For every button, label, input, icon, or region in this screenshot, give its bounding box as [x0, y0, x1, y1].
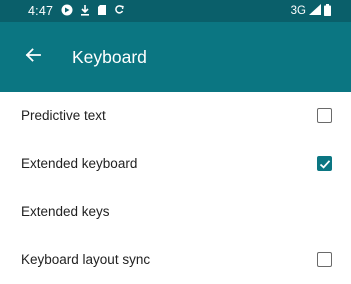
setting-extended-keyboard[interactable]: Extended keyboard: [0, 140, 351, 188]
extended-keyboard-checkbox[interactable]: [317, 156, 332, 171]
setting-label: Extended keyboard: [21, 156, 138, 171]
setting-extended-keys[interactable]: Extended keys: [0, 188, 351, 236]
network-type: 3G: [290, 5, 306, 17]
settings-list: Predictive text Extended keyboard Extend…: [0, 92, 351, 284]
app-bar: Keyboard: [0, 22, 351, 92]
setting-keyboard-layout-sync[interactable]: Keyboard layout sync: [0, 236, 351, 284]
notification-icon: [61, 4, 73, 19]
checkmark-icon: [319, 160, 331, 169]
sd-card-icon: [97, 4, 107, 19]
status-right: 3G: [291, 0, 331, 22]
setting-label: Predictive text: [21, 108, 106, 123]
battery-icon: [324, 3, 331, 19]
status-bar: 4:47 3G: [0, 0, 351, 22]
status-icons: [61, 4, 124, 19]
arrow-left-icon: [25, 47, 41, 68]
setting-predictive-text[interactable]: Predictive text: [0, 92, 351, 140]
download-icon: [80, 4, 90, 19]
signal-icon: [309, 4, 321, 18]
setting-label: Extended keys: [21, 204, 110, 219]
keyboard-layout-sync-checkbox[interactable]: [317, 252, 332, 267]
predictive-text-checkbox[interactable]: [317, 108, 332, 123]
back-button[interactable]: [18, 42, 48, 72]
page-title: Keyboard: [72, 47, 147, 67]
setting-label: Keyboard layout sync: [21, 252, 151, 267]
sync-icon: [114, 4, 124, 19]
status-time: 4:47: [28, 4, 54, 18]
